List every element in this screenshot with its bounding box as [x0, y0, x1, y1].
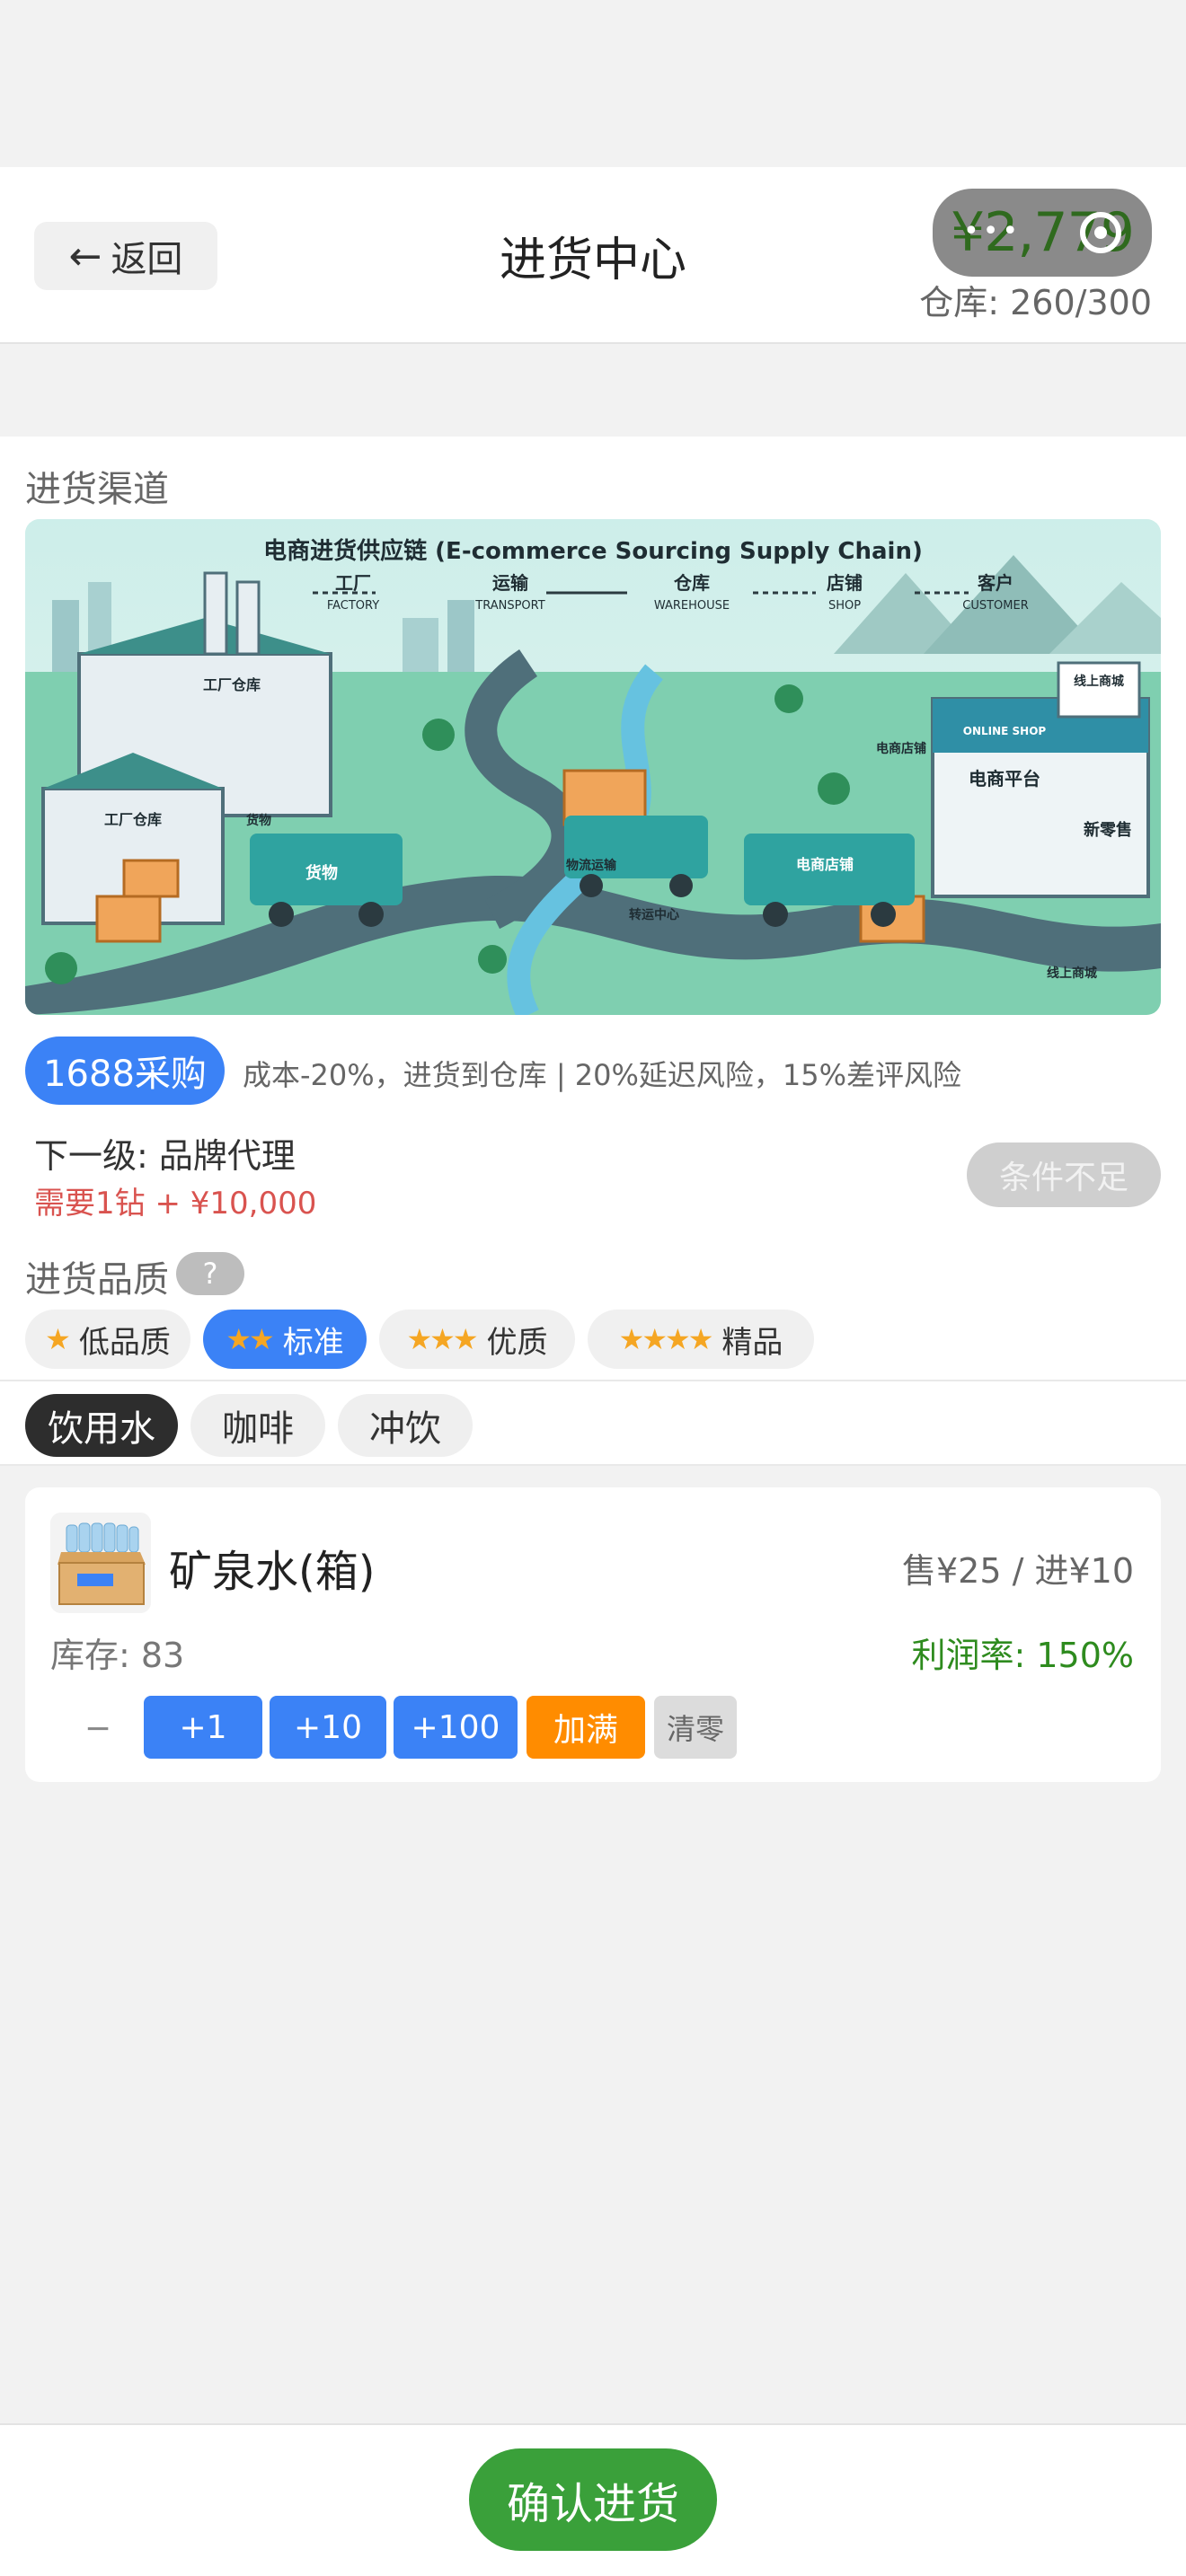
banner-step-en: WAREHOUSE	[654, 599, 730, 613]
quality-label: 标准	[282, 1324, 344, 1361]
clear-button[interactable]: 清零	[654, 1696, 737, 1759]
product-stock: 库存: 83	[50, 1636, 185, 1675]
quality-label: 优质	[486, 1324, 548, 1361]
quality-section-label: 进货品质	[25, 1259, 169, 1301]
banner-step-cn: 客户	[977, 572, 1013, 594]
banner-label: 电商店铺	[876, 741, 926, 756]
top-bar: 进货中心 ← 返回 ••• ¥2,779 仓库: 260/300	[0, 167, 1186, 344]
more-icon[interactable]: •••	[963, 216, 1022, 247]
quality-label: 精品	[721, 1324, 783, 1361]
next-level-label: 下一级: 品牌代理	[34, 1136, 296, 1176]
upgrade-requirement: 需要1钻 + ¥10,000	[34, 1186, 317, 1222]
channel-description: 成本-20%，进货到仓库 | 20%延迟风险，15%差评风险	[243, 1058, 962, 1092]
back-label: 返回	[111, 239, 183, 280]
upgrade-button[interactable]: 条件不足	[967, 1142, 1161, 1207]
arrow-left-icon: ←	[68, 233, 102, 279]
banner-step-en: FACTORY	[327, 599, 379, 613]
banner-step-cn: 店铺	[827, 572, 863, 594]
mineral-water-box-icon	[50, 1513, 151, 1613]
banner-step-cn: 运输	[492, 572, 529, 594]
product-price: 售¥25 / 进¥10	[901, 1551, 1134, 1591]
add-100-button[interactable]: +100	[394, 1696, 518, 1759]
divider	[0, 1380, 1186, 1381]
banner-title: 电商进货供应链 (E-commerce Sourcing Supply Chai…	[263, 537, 923, 565]
banner-label: 货物	[245, 813, 271, 828]
supply-chain-banner: 电商进货供应链 (E-commerce Sourcing Supply Chai…	[25, 519, 1161, 1015]
product-name: 矿泉水(箱)	[169, 1547, 376, 1597]
banner-step-en: CUSTOMER	[962, 599, 1028, 613]
star-icon: ★★★	[406, 1322, 478, 1356]
add-1-button[interactable]: +1	[144, 1696, 262, 1759]
banner-step-en: SHOP	[828, 599, 861, 613]
category-tab-drinks[interactable]: 冲饮	[338, 1394, 473, 1457]
banner-label: 转运中心	[629, 907, 679, 922]
banner-step-cn: 工厂	[335, 572, 371, 594]
banner-step-cn: 仓库	[673, 572, 710, 594]
profit-rate: 利润率: 150%	[911, 1636, 1134, 1675]
category-tab-coffee[interactable]: 咖啡	[190, 1394, 325, 1457]
banner-label: 新零售	[1084, 820, 1132, 840]
quality-option-standard[interactable]: ★★ 标准	[203, 1310, 367, 1369]
product-card: 矿泉水(箱) 售¥25 / 进¥10 库存: 83 利润率: 150% − +1…	[25, 1487, 1161, 1782]
banner-label: 线上商城	[1047, 966, 1097, 981]
banner-label: 线上商城	[1074, 674, 1124, 689]
target-icon[interactable]	[1080, 212, 1121, 253]
bottom-bar: 确认进货	[0, 2423, 1186, 2576]
fill-up-button[interactable]: 加满	[527, 1696, 645, 1759]
quality-option-premium[interactable]: ★★★★ 精品	[588, 1310, 814, 1369]
channel-section-label: 进货渠道	[25, 469, 169, 510]
quality-help-button[interactable]: ?	[176, 1252, 244, 1295]
banner-step-en: TRANSPORT	[474, 599, 544, 613]
banner-label: 工厂仓库	[104, 811, 162, 828]
star-icon: ★★★★	[618, 1322, 714, 1356]
banner-label: 电商店铺	[796, 856, 854, 873]
confirm-purchase-button[interactable]: 确认进货	[469, 2448, 717, 2551]
divider	[0, 1464, 1186, 1466]
star-icon: ★	[45, 1322, 71, 1356]
quality-label: 低品质	[78, 1324, 171, 1361]
banner-label: 电商平台	[969, 768, 1040, 790]
channel-1688-button[interactable]: 1688采购	[25, 1037, 225, 1105]
supply-chain-illustration: 电商进货供应链 (E-commerce Sourcing Supply Chai…	[25, 519, 1161, 1015]
sourcing-panel: 进货渠道 电商进货供应链 (E-commerce Sourcing Supply…	[0, 437, 1186, 1466]
banner-label: 工厂仓库	[203, 676, 261, 693]
add-10-button[interactable]: +10	[270, 1696, 386, 1759]
star-icon: ★★	[226, 1322, 274, 1356]
banner-label: ONLINE SHOP	[963, 725, 1047, 737]
money-display[interactable]: ••• ¥2,779	[933, 189, 1152, 277]
decrease-button[interactable]: −	[75, 1698, 120, 1759]
back-button[interactable]: ← 返回	[34, 222, 217, 290]
quality-option-low[interactable]: ★ 低品质	[25, 1310, 190, 1369]
banner-label: 物流运输	[566, 858, 617, 873]
warehouse-capacity: 仓库: 260/300	[919, 283, 1152, 322]
quality-option-good[interactable]: ★★★ 优质	[379, 1310, 575, 1369]
category-tab-water[interactable]: 饮用水	[25, 1394, 178, 1457]
banner-label: 货物	[305, 863, 338, 883]
